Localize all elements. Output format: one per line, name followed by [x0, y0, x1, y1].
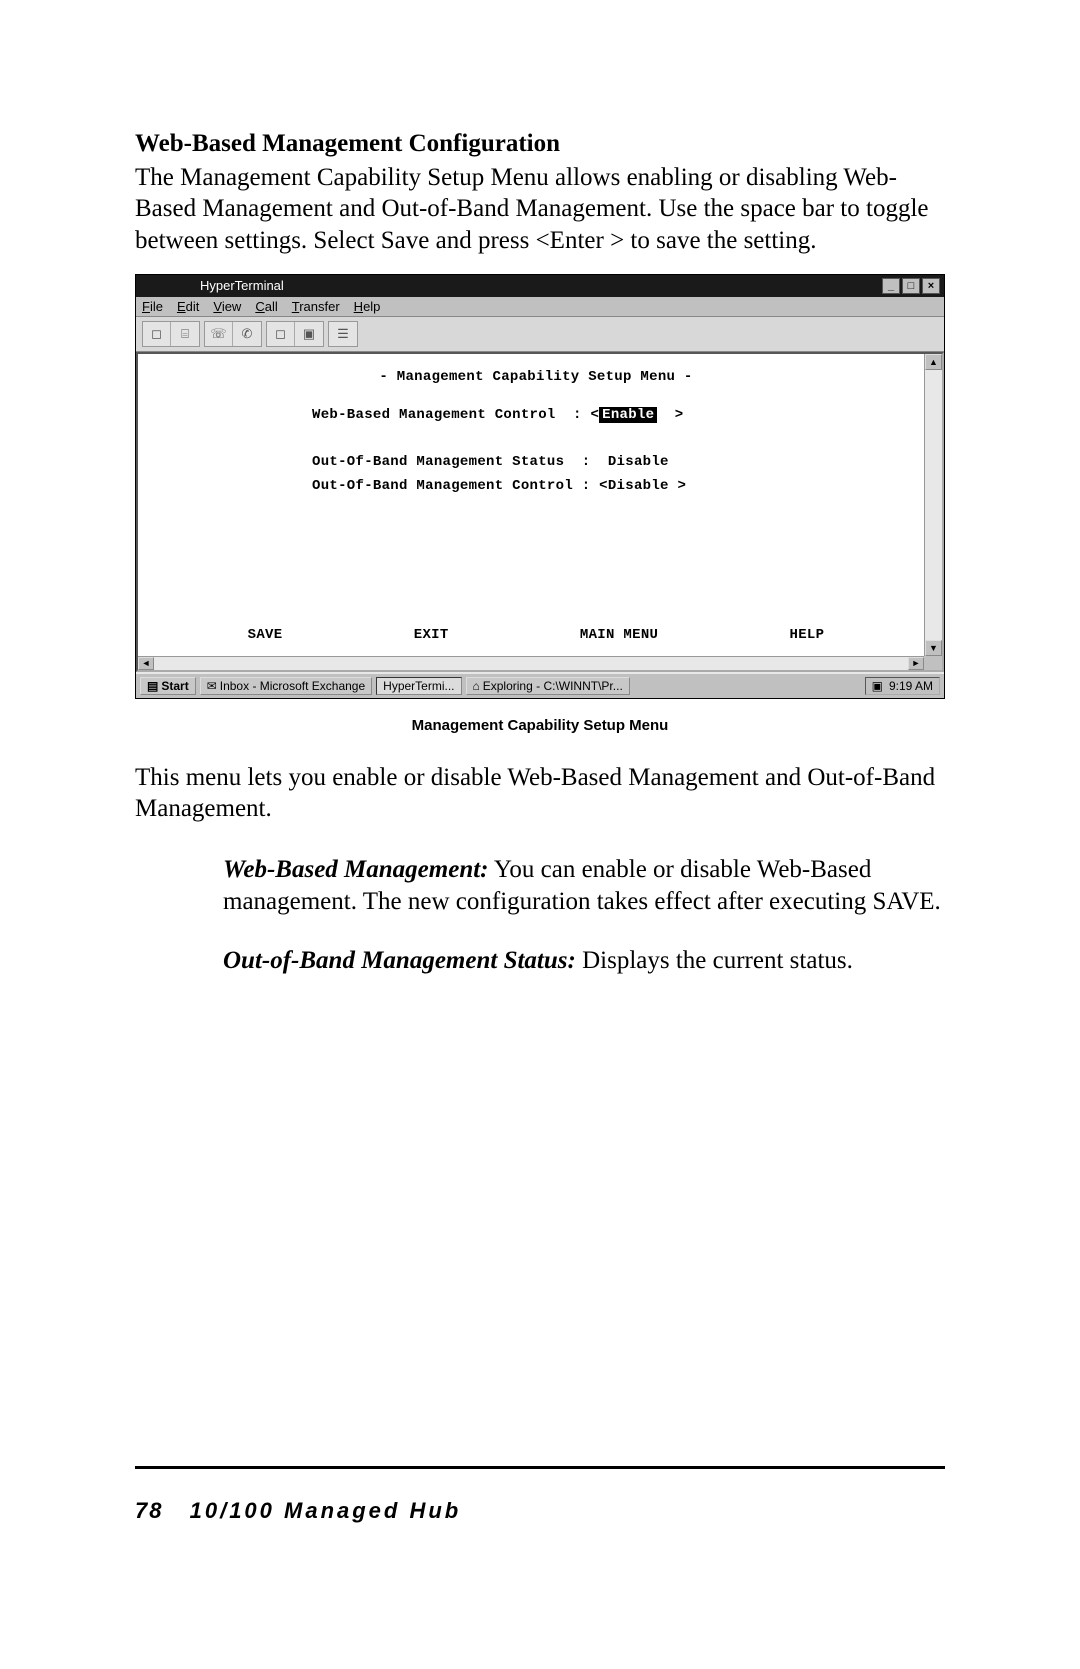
term-save[interactable]: SAVE: [248, 624, 283, 648]
menu-file[interactable]: File: [142, 299, 163, 314]
definition-list: Web-Based Management: You can enable or …: [223, 854, 945, 976]
start-button[interactable]: ▤ Start: [140, 677, 196, 695]
figure-caption: Management Capability Setup Menu: [135, 717, 945, 734]
horizontal-scrollbar[interactable]: ◄ ►: [138, 656, 924, 670]
section-heading: Web-Based Management Configuration: [135, 130, 945, 158]
inbox-icon: ✉: [207, 679, 217, 693]
toolbar-properties-icon[interactable]: ☰: [329, 322, 357, 346]
term-field-oob-control: Out-Of-Band Management Control : <Disabl…: [312, 475, 910, 499]
window-controls: _ □ ×: [882, 278, 940, 294]
page-footer: 78 10/100 Managed Hub: [135, 1498, 461, 1524]
scroll-right-icon[interactable]: ►: [908, 657, 924, 670]
terminal-viewport: - Management Capability Setup Menu - Web…: [136, 352, 944, 672]
minimize-button[interactable]: _: [882, 278, 900, 294]
term-main-menu[interactable]: MAIN MENU: [580, 624, 658, 648]
toolbar-receive-icon[interactable]: ▣: [295, 322, 323, 346]
taskbar-hyperterminal[interactable]: HyperTermi...: [376, 677, 461, 695]
def-oob-status: Out-of-Band Management Status: Displays …: [223, 945, 945, 976]
tray-icon[interactable]: ▣: [872, 679, 883, 693]
toolbar-new-icon[interactable]: ◻: [143, 322, 171, 346]
window-title: HyperTerminal: [140, 278, 882, 293]
term-field-oob-status: Out-Of-Band Management Status : Disable: [312, 451, 910, 475]
scroll-down-icon[interactable]: ▼: [925, 640, 942, 656]
term-title: - Management Capability Setup Menu -: [162, 366, 910, 390]
intro-paragraph: The Management Capability Setup Menu all…: [135, 162, 945, 256]
toolbar: ◻ ⌸ ☏ ✆ ◻ ▣ ☰: [136, 317, 944, 352]
page-content: Web-Based Management Configuration The M…: [135, 130, 945, 976]
book-title: 10/100 Managed Hub: [190, 1498, 462, 1523]
system-tray: ▣ 9:19 AM: [865, 677, 940, 695]
maximize-button[interactable]: □: [902, 278, 920, 294]
tray-clock: 9:19 AM: [889, 679, 933, 693]
scroll-corner: [924, 656, 942, 670]
window-titlebar: HyperTerminal _ □ ×: [136, 275, 944, 297]
menu-call[interactable]: Call: [255, 299, 277, 314]
hyperterminal-window: HyperTerminal _ □ × File Edit View Call …: [135, 274, 945, 699]
menu-view[interactable]: View: [213, 299, 241, 314]
vertical-scrollbar[interactable]: ▲ ▼: [924, 354, 942, 656]
term-exit[interactable]: EXIT: [414, 624, 449, 648]
menu-bar: File Edit View Call Transfer Help: [136, 297, 944, 317]
terminal-content[interactable]: - Management Capability Setup Menu - Web…: [152, 354, 920, 656]
toolbar-hangup-icon[interactable]: ✆: [233, 322, 261, 346]
term-help[interactable]: HELP: [790, 624, 825, 648]
taskbar-inbox[interactable]: ✉ Inbox - Microsoft Exchange: [200, 677, 372, 695]
windows-logo-icon: ▤: [147, 679, 158, 693]
page-number: 78: [135, 1498, 163, 1523]
explorer-icon: ⌂: [473, 679, 480, 693]
scroll-up-icon[interactable]: ▲: [925, 354, 942, 370]
def-web-based: Web-Based Management: You can enable or …: [223, 854, 945, 917]
close-button[interactable]: ×: [922, 278, 940, 294]
term-action-row: SAVE EXIT MAIN MENU HELP: [152, 624, 920, 648]
paragraph-2: This menu lets you enable or disable Web…: [135, 762, 945, 825]
toolbar-open-icon[interactable]: ⌸: [171, 322, 199, 346]
taskbar-explorer[interactable]: ⌂ Exploring - C:\WINNT\Pr...: [466, 677, 630, 695]
scroll-left-icon[interactable]: ◄: [138, 657, 154, 670]
menu-edit[interactable]: Edit: [177, 299, 199, 314]
windows-taskbar: ▤ Start ✉ Inbox - Microsoft Exchange Hyp…: [136, 672, 944, 698]
toolbar-call-icon[interactable]: ☏: [205, 322, 233, 346]
term-field-web-mgmt-value[interactable]: Enable: [599, 407, 657, 423]
menu-help[interactable]: Help: [354, 299, 381, 314]
term-field-web-mgmt: Web-Based Management Control : <Enable >: [312, 404, 910, 428]
menu-transfer[interactable]: Transfer: [292, 299, 340, 314]
toolbar-send-icon[interactable]: ◻: [267, 322, 295, 346]
footer-rule: [135, 1466, 945, 1469]
